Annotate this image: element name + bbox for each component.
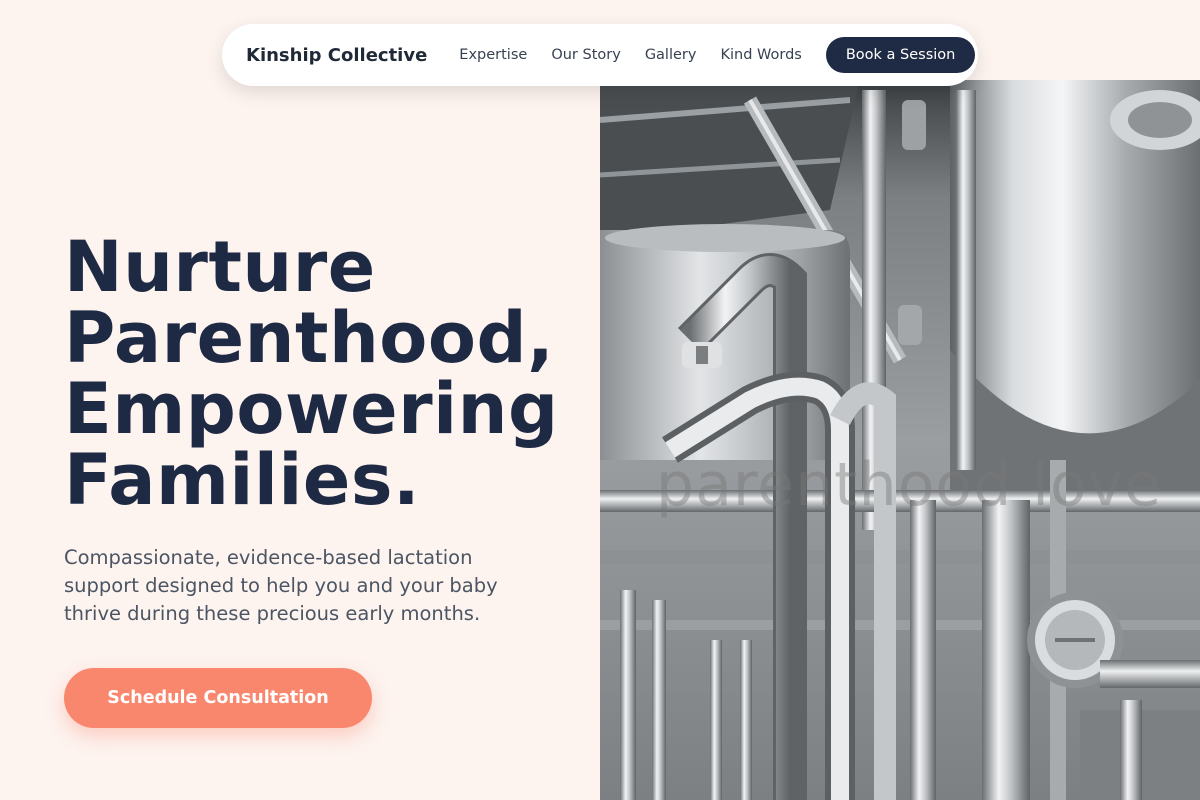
hero-title-line: Parenthood, (64, 297, 555, 379)
hero-title-line: Nurture (64, 226, 376, 308)
nav-link-gallery[interactable]: Gallery (645, 47, 697, 63)
steel-pipes-illustration (600, 80, 1200, 800)
book-session-button[interactable]: Book a Session (825, 37, 976, 73)
hero-image: parenthood love (600, 80, 1200, 800)
nav-link-our-story[interactable]: Our Story (551, 47, 620, 63)
nav-link-kind-words[interactable]: Kind Words (720, 47, 801, 63)
page: Kinship Collective Expertise Our Story G… (0, 0, 1200, 800)
hero-title-line: Families. (64, 439, 421, 521)
hero-title-line: Empowering (64, 368, 559, 450)
image-watermark: parenthood love (656, 450, 1163, 520)
schedule-consultation-button[interactable]: Schedule Consultation (64, 668, 372, 728)
nav-links: Expertise Our Story Gallery Kind Words (459, 47, 802, 63)
brand-logo[interactable]: Kinship Collective (246, 45, 427, 66)
navbar: Kinship Collective Expertise Our Story G… (222, 24, 978, 86)
nav-link-expertise[interactable]: Expertise (459, 47, 527, 63)
hero-subtitle: Compassionate, evidence-based lactation … (64, 546, 498, 625)
hero-title: Nurture Parenthood, Empowering Families. (64, 232, 604, 516)
